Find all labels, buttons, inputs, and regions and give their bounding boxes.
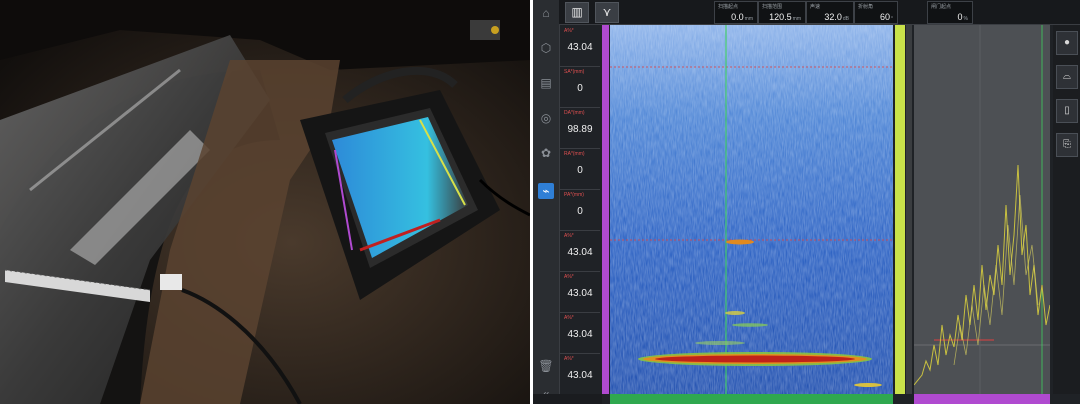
param-item[interactable]: PA*(mm) 0 xyxy=(560,189,600,231)
param-item[interactable]: A%* 43.04 xyxy=(560,271,600,313)
readout-value: 0.0 xyxy=(731,12,744,22)
readout-value: 60 xyxy=(879,12,890,22)
calibrate-icon[interactable]: ▤ xyxy=(538,75,554,91)
readout-scan-start[interactable]: 扫描起点 0.0mm xyxy=(714,1,758,24)
gate-strip-left xyxy=(602,25,609,394)
param-item[interactable]: RA*(mm) 0 xyxy=(560,148,600,190)
readout-label: 扫描范围 xyxy=(762,4,783,10)
depth-scale xyxy=(906,25,912,394)
delete-icon[interactable]: 🗑 xyxy=(538,358,554,374)
param-label: A%* xyxy=(564,233,574,239)
param-label: A%* xyxy=(564,274,574,280)
measurement-parameters: A%* 43.04 SA*(mm) 0 DA*(mm) 98.89 RA*(mm) 0 … xyxy=(560,25,600,394)
probe-icon[interactable]: ⌓ xyxy=(1056,65,1078,89)
tool-icon[interactable]: ✿ xyxy=(538,145,554,161)
param-value: 0 xyxy=(577,83,583,94)
readout-label: 扫描起点 xyxy=(718,4,739,10)
param-item[interactable]: SA*(mm) 0 xyxy=(560,66,600,108)
param-value: 0 xyxy=(577,165,583,176)
report-icon[interactable]: ⎘ xyxy=(1056,133,1078,157)
param-label: A%* xyxy=(564,315,574,321)
wedge-icon[interactable]: ⋎ xyxy=(595,2,619,23)
flaw-detector-screen: ⌂ ⬡ ▤ ◎ ✿ ⌁ 🗑 « ▥ ⋎ 扫描起点 0.0mm 扫描范围 120.… xyxy=(533,0,1080,404)
settings-icon[interactable]: ⬡ xyxy=(538,40,554,56)
status-footer xyxy=(533,394,602,404)
readout-gain[interactable]: 声速 32.0dB xyxy=(806,1,854,24)
home-icon[interactable]: ⌂ xyxy=(538,5,554,21)
param-label: A%* xyxy=(564,28,574,34)
readout-label: 闸门起点 xyxy=(931,4,952,10)
param-value: 43.04 xyxy=(567,370,593,381)
readout-unit: ° xyxy=(891,16,893,22)
readout-unit: mm xyxy=(792,16,801,22)
readout-value: 120.5 xyxy=(769,12,792,22)
bscan-view[interactable] xyxy=(610,25,893,394)
param-value: 43.04 xyxy=(567,329,593,340)
param-value: 43.04 xyxy=(567,288,593,299)
readout-label: 折射角 xyxy=(858,4,874,10)
param-value: 43.04 xyxy=(567,247,593,258)
param-label: PA*(mm) xyxy=(564,192,584,198)
param-label: DA*(mm) xyxy=(564,110,585,116)
readout-value: 32.0 xyxy=(824,12,842,22)
layout-icon[interactable]: ▥ xyxy=(565,2,589,23)
right-toolbar: ● ⌓ ▯ ⎘ xyxy=(1053,25,1080,394)
param-value: 43.04 xyxy=(567,42,593,53)
param-item[interactable]: A%* 43.04 xyxy=(560,312,600,354)
circle-icon[interactable]: ● xyxy=(1056,31,1078,55)
readout-gate-start[interactable]: 闸门起点 0% xyxy=(927,1,973,24)
readout-value: 0 xyxy=(957,12,963,22)
bscan-axis-bar xyxy=(610,394,893,404)
param-label: A%* xyxy=(564,356,574,362)
param-item[interactable]: A%* 43.04 xyxy=(560,353,600,394)
param-item[interactable]: A%* 43.04 xyxy=(560,230,600,272)
readout-unit: % xyxy=(963,16,968,22)
left-icon-bar: ⌂ ⬡ ▤ ◎ ✿ ⌁ 🗑 « xyxy=(533,0,560,404)
readout-scan-range[interactable]: 扫描范围 120.5mm xyxy=(758,1,806,24)
readout-unit: dB xyxy=(842,16,849,22)
param-item[interactable]: A%* 43.04 xyxy=(560,25,600,67)
top-toolbar: ▥ ⋎ 扫描起点 0.0mm 扫描范围 120.5mm 声速 32.0dB 折射… xyxy=(559,0,1080,25)
readout-label: 声速 xyxy=(810,4,821,10)
ascan-view[interactable] xyxy=(913,25,1051,394)
readout-unit: mm xyxy=(744,16,753,22)
param-item[interactable]: DA*(mm) 98.89 xyxy=(560,107,600,149)
gate-strip-yellow xyxy=(895,25,905,394)
readout-angle[interactable]: 折射角 60° xyxy=(854,1,898,24)
field-inspection-photo xyxy=(0,0,530,404)
param-value: 98.89 xyxy=(567,124,593,135)
param-label: SA*(mm) xyxy=(564,69,585,75)
param-label: RA*(mm) xyxy=(564,151,585,157)
measure-icon[interactable]: ◎ xyxy=(538,110,554,126)
ascan-axis-bar xyxy=(914,394,1050,404)
ascan-icon[interactable]: ⌁ xyxy=(538,183,554,199)
ultrasonic-flaw-detector-photo xyxy=(0,0,530,404)
param-value: 0 xyxy=(577,206,583,217)
save-icon[interactable]: ▯ xyxy=(1056,99,1078,123)
